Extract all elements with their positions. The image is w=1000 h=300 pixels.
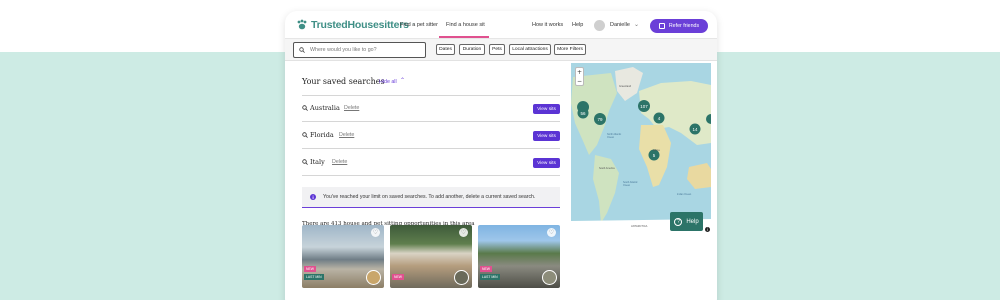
- chevron-down-icon[interactable]: ⌄: [634, 21, 639, 28]
- top-nav: TrustedHousesitters ™ Find a pet sitter F…: [285, 11, 717, 39]
- map-label-greenland: Greenland: [619, 85, 632, 88]
- filter-local-attractions-button[interactable]: Local attractions: [509, 44, 551, 55]
- filter-bar: Where would you like to go? Dates Durati…: [285, 39, 717, 61]
- saved-search-row: Florida Delete View sits: [302, 130, 560, 144]
- filter-dates-button[interactable]: Dates: [436, 44, 455, 55]
- refer-friends-button[interactable]: Refer friends: [650, 19, 708, 33]
- limit-notice: i You've reached your limit on saved sea…: [302, 187, 560, 208]
- nav-how-it-works[interactable]: How it works: [532, 22, 563, 28]
- map-cluster-pin-partial[interactable]: [706, 114, 711, 124]
- badge-new: NEW: [392, 274, 404, 280]
- avatar: [454, 270, 469, 285]
- view-sits-button[interactable]: View sits: [533, 158, 560, 168]
- hide-all-link[interactable]: Hide all: [379, 79, 397, 85]
- badge-new: NEW: [480, 266, 492, 272]
- question-icon: ?: [674, 217, 683, 226]
- search-input[interactable]: Where would you like to go?: [293, 42, 426, 58]
- delete-link[interactable]: Delete: [339, 132, 354, 138]
- heart-icon[interactable]: ♡: [371, 228, 380, 237]
- map[interactable]: + − 56 79 107 4 14 5 Greenland North Atl…: [571, 63, 711, 233]
- limit-notice-text: You've reached your limit on saved searc…: [323, 194, 536, 200]
- refer-label: Refer friends: [668, 23, 700, 29]
- listing-card[interactable]: ♡ NEW LAST MIN: [478, 225, 560, 288]
- avatar: [542, 270, 557, 285]
- brand-name: TrustedHousesitters: [311, 19, 409, 31]
- map-cluster-pin[interactable]: 14: [689, 123, 701, 135]
- filter-pets-button[interactable]: Pets: [489, 44, 505, 55]
- gift-icon: [658, 23, 665, 29]
- map-label-africa: Africa: [653, 149, 660, 152]
- map-cluster-pin[interactable]: 4: [653, 112, 665, 124]
- listing-card[interactable]: ♡ NEW: [390, 225, 472, 288]
- paw-icon: [297, 19, 307, 30]
- nav-find-house-sit[interactable]: Find a house sit: [446, 22, 485, 28]
- map-label-north-atlantic: North Atlantic Ocean: [607, 133, 622, 139]
- map-cluster-pin[interactable]: 79: [594, 113, 606, 125]
- saved-search-name: Florida: [310, 131, 334, 139]
- nav-help[interactable]: Help: [572, 22, 583, 28]
- saved-search-row: Italy Delete View sits: [302, 157, 560, 171]
- map-cluster-pin[interactable]: 107: [638, 100, 650, 112]
- app-window: TrustedHousesitters ™ Find a pet sitter F…: [285, 11, 717, 300]
- help-button[interactable]: ? Help: [670, 212, 703, 231]
- active-tab-indicator: [439, 36, 489, 38]
- badge-last-minute: LAST MIN: [304, 274, 324, 280]
- search-icon: [299, 47, 305, 53]
- heart-icon[interactable]: ♡: [459, 228, 468, 237]
- heart-icon[interactable]: ♡: [547, 228, 556, 237]
- divider: [302, 121, 560, 122]
- saved-search-name: Italy: [310, 158, 325, 166]
- map-label-south-america: South America: [599, 167, 615, 170]
- search-icon: [302, 105, 308, 111]
- badge-last-minute: LAST MIN: [480, 274, 500, 280]
- delete-link[interactable]: Delete: [332, 159, 347, 165]
- cluster-count: 107: [640, 104, 648, 109]
- divider: [302, 95, 560, 96]
- saved-search-row: Australia Delete View sits: [302, 103, 560, 117]
- cluster-layer: 56 79 107 4 14 5: [577, 100, 711, 161]
- badge-new: NEW: [304, 266, 316, 272]
- filter-more-filters-button[interactable]: More Filters: [554, 44, 586, 55]
- avatar: [366, 270, 381, 285]
- logo[interactable]: TrustedHousesitters ™: [296, 19, 415, 31]
- saved-searches-title: Your saved searches: [302, 77, 385, 86]
- map-attribution-icon[interactable]: i: [705, 227, 710, 232]
- filter-duration-button[interactable]: Duration: [459, 44, 485, 55]
- chevron-up-icon[interactable]: ⌃: [400, 77, 405, 84]
- map-label-south-atlantic: South Atlantic Ocean: [623, 181, 638, 187]
- map-cluster-pin[interactable]: 56: [577, 101, 590, 121]
- listing-card[interactable]: ♡ NEW LAST MIN: [302, 225, 384, 288]
- delete-link[interactable]: Delete: [344, 105, 359, 111]
- info-icon: i: [310, 194, 316, 200]
- cluster-count: 79: [597, 117, 603, 122]
- search-icon: [302, 159, 308, 165]
- divider: [302, 175, 560, 176]
- view-sits-button[interactable]: View sits: [533, 131, 560, 141]
- saved-search-name: Australia: [310, 104, 340, 112]
- search-icon: [302, 132, 308, 138]
- map-label-antarctica: ANTARCTICA: [631, 225, 648, 228]
- user-name[interactable]: Danielle: [610, 22, 630, 28]
- avatar[interactable]: [594, 20, 605, 31]
- nav-find-sitter[interactable]: Find a pet sitter: [400, 22, 438, 28]
- search-placeholder: Where would you like to go?: [310, 47, 377, 53]
- view-sits-button[interactable]: View sits: [533, 104, 560, 114]
- cluster-count: 14: [692, 127, 698, 132]
- map-label-indian-ocean: Indian Ocean: [677, 193, 692, 196]
- help-label: Help: [686, 218, 699, 225]
- divider: [302, 148, 560, 149]
- cluster-count: 56: [580, 111, 586, 116]
